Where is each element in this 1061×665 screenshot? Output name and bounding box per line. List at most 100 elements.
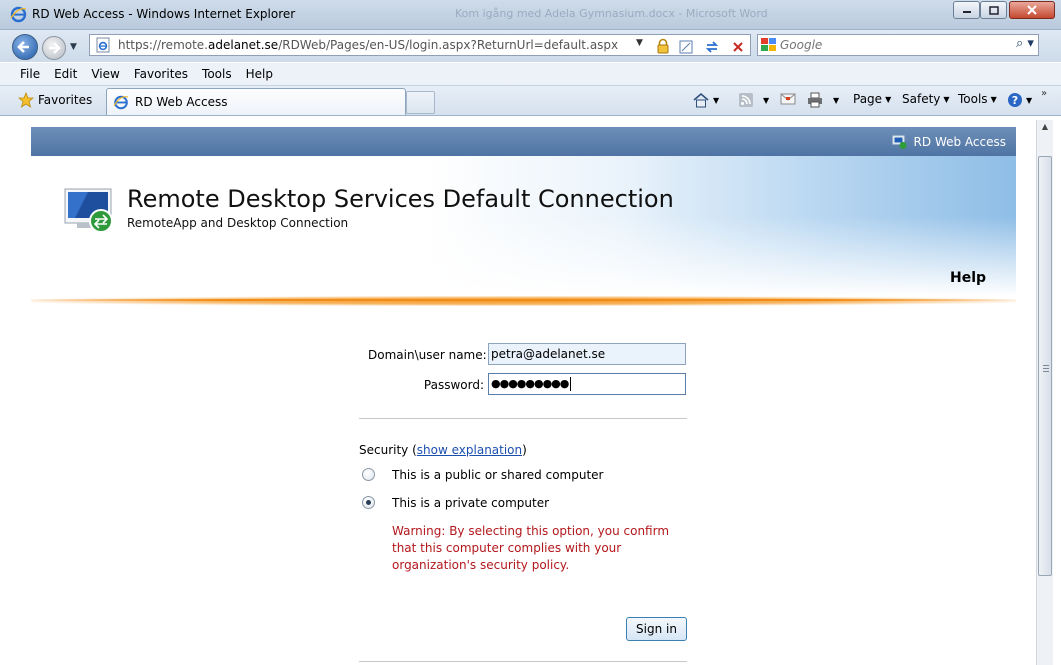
scrollbar-grip-icon bbox=[1043, 365, 1049, 373]
printer-icon bbox=[808, 92, 822, 108]
google-icon bbox=[761, 38, 776, 51]
compatibility-view-icon bbox=[679, 40, 693, 54]
safety-menu-button[interactable]: Safety ▼ bbox=[902, 92, 950, 106]
tab-rd-web-access[interactable]: RD Web Access bbox=[106, 88, 406, 115]
menu-edit[interactable]: Edit bbox=[54, 67, 77, 81]
menu-bar: File Edit View Favorites Tools Help bbox=[0, 63, 1061, 86]
page-menu-label: Page bbox=[853, 92, 883, 106]
tab-ie-icon bbox=[113, 95, 129, 110]
security-label: Security ( bbox=[359, 443, 417, 457]
internet-explorer-icon bbox=[10, 6, 27, 23]
public-computer-radio[interactable] bbox=[362, 468, 375, 481]
back-button[interactable] bbox=[12, 34, 38, 60]
form-separator bbox=[359, 418, 687, 419]
refresh-icon bbox=[705, 41, 719, 53]
public-computer-label[interactable]: This is a public or shared computer bbox=[392, 468, 603, 482]
maximize-button[interactable] bbox=[980, 1, 1007, 19]
rd-header-banner: Remote Desktop Services Default Connecti… bbox=[31, 156, 1016, 296]
private-computer-label[interactable]: This is a private computer bbox=[392, 496, 549, 510]
stop-button[interactable] bbox=[728, 39, 748, 55]
private-computer-radio[interactable] bbox=[362, 496, 375, 509]
stop-icon bbox=[733, 42, 743, 52]
rd-help-link[interactable]: Help bbox=[950, 270, 986, 286]
password-label: Password: bbox=[423, 378, 484, 392]
rd-web-access-label: RD Web Access bbox=[913, 135, 1006, 149]
minimize-icon bbox=[962, 11, 971, 13]
password-dots: ●●●●●●●●● bbox=[491, 377, 569, 390]
username-input[interactable] bbox=[488, 343, 686, 365]
favorites-star-icon bbox=[18, 92, 34, 108]
help-menu-button[interactable]: ? ▼ bbox=[1007, 92, 1032, 108]
mail-icon bbox=[780, 93, 796, 105]
page-menu-button[interactable]: Page ▼ bbox=[853, 92, 891, 106]
url-prefix: https://remote. bbox=[118, 38, 208, 52]
address-dropdown[interactable]: ▼ bbox=[636, 38, 643, 48]
security-heading: Security (show explanation) bbox=[359, 443, 527, 457]
security-close-paren: ) bbox=[522, 443, 527, 457]
address-url[interactable]: https://remote.adelanet.se/RDWeb/Pages/e… bbox=[118, 38, 618, 52]
lock-icon[interactable] bbox=[656, 38, 670, 54]
refresh-button[interactable] bbox=[702, 39, 722, 55]
form-bottom-separator bbox=[359, 661, 687, 662]
menu-favorites[interactable]: Favorites bbox=[134, 67, 188, 81]
rd-page-title: Remote Desktop Services Default Connecti… bbox=[127, 185, 674, 213]
url-host: adelanet.se bbox=[208, 38, 279, 52]
background-window-title: Kom igång med Adela Gymnasium.docx - Mic… bbox=[455, 7, 768, 20]
vertical-scrollbar[interactable]: ▲ bbox=[1036, 120, 1053, 665]
rd-web-page: RD Web Access Remote Desktop Services De… bbox=[31, 127, 1016, 665]
favorites-bar: Favorites RD Web Access ▼ ▼ ▼ Page ▼ Safe… bbox=[0, 86, 1061, 116]
close-window-button[interactable] bbox=[1009, 1, 1055, 19]
address-bar[interactable]: https://remote.adelanet.se/RDWeb/Pages/e… bbox=[89, 34, 751, 56]
favorites-label: Favorites bbox=[38, 93, 93, 107]
scrollbar-thumb[interactable] bbox=[1038, 156, 1052, 576]
menu-view[interactable]: View bbox=[91, 67, 119, 81]
safety-menu-label: Safety bbox=[902, 92, 941, 106]
show-explanation-link[interactable]: show explanation bbox=[417, 443, 522, 457]
favorites-button[interactable]: Favorites bbox=[18, 92, 92, 108]
forward-arrow-icon bbox=[49, 42, 61, 54]
read-mail-button[interactable] bbox=[780, 92, 796, 106]
tab-title: RD Web Access bbox=[135, 95, 228, 109]
rd-page-subtitle: RemoteApp and Desktop Connection bbox=[127, 216, 349, 230]
sign-in-button[interactable]: Sign in bbox=[626, 617, 687, 641]
search-input[interactable] bbox=[780, 36, 1000, 54]
password-input[interactable]: ●●●●●●●●● bbox=[488, 373, 686, 395]
minimize-button[interactable] bbox=[953, 1, 980, 19]
forward-button[interactable] bbox=[42, 36, 66, 60]
rd-web-access-link[interactable]: RD Web Access bbox=[892, 134, 1006, 150]
search-box[interactable]: ⌕ ▾ bbox=[757, 34, 1039, 56]
compatibility-view-button[interactable] bbox=[676, 39, 696, 55]
tools-menu-button[interactable]: Tools ▼ bbox=[958, 92, 997, 106]
tools-menu-label: Tools bbox=[958, 92, 988, 106]
private-computer-warning: Warning: By selecting this option, you c… bbox=[392, 524, 670, 572]
toolbar-chevron-icon[interactable]: » bbox=[1041, 88, 1047, 99]
maximize-icon bbox=[988, 5, 999, 15]
window-titlebar: RD Web Access - Windows Internet Explore… bbox=[0, 0, 1061, 30]
home-button[interactable]: ▼ bbox=[692, 92, 719, 108]
menu-tools[interactable]: Tools bbox=[202, 67, 232, 81]
orange-glow-divider bbox=[31, 296, 1016, 306]
orange-rule bbox=[31, 299, 1016, 301]
remote-desktop-monitor-icon bbox=[64, 188, 113, 233]
username-label: Domain\user name: bbox=[368, 348, 487, 362]
search-magnifier-icon[interactable]: ⌕ ▾ bbox=[1016, 36, 1034, 51]
close-icon bbox=[1027, 5, 1037, 15]
rss-feed-icon bbox=[739, 93, 753, 107]
url-path: /RDWeb/Pages/en-US/login.aspx?ReturnUrl=… bbox=[278, 38, 619, 52]
text-cursor bbox=[570, 377, 572, 391]
help-icon: ? bbox=[1008, 93, 1022, 107]
scroll-up-arrow-icon[interactable]: ▲ bbox=[1039, 122, 1051, 136]
svg-text:?: ? bbox=[1012, 94, 1018, 107]
back-arrow-icon bbox=[17, 41, 29, 53]
home-icon bbox=[693, 92, 709, 108]
window-title: RD Web Access - Windows Internet Explore… bbox=[32, 7, 296, 21]
page-icon bbox=[96, 37, 110, 53]
menu-help[interactable]: Help bbox=[246, 67, 273, 81]
rd-top-strip: RD Web Access bbox=[31, 127, 1016, 156]
feeds-button[interactable]: ▼ bbox=[738, 92, 769, 108]
recent-pages-dropdown[interactable]: ▼ bbox=[70, 42, 77, 52]
new-tab-button[interactable] bbox=[406, 91, 435, 114]
rd-web-access-icon bbox=[892, 135, 907, 150]
menu-file[interactable]: File bbox=[20, 67, 40, 81]
print-button[interactable]: ▼ bbox=[806, 92, 839, 108]
